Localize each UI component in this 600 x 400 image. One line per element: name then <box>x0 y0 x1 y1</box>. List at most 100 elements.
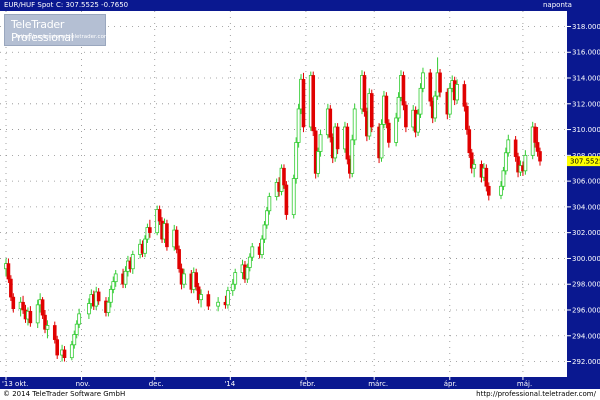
candle-body <box>467 129 472 154</box>
candle-body <box>123 270 128 285</box>
footer-url-link[interactable]: http://professional.teletrader.com/ <box>476 390 596 398</box>
candle-body <box>55 339 60 356</box>
candle-up <box>294 137 299 184</box>
y-tick-label: 314.0000 <box>572 75 600 83</box>
candle-body <box>506 139 511 154</box>
candle-body <box>233 272 238 285</box>
quote-label: C: 307.5525 -0.7650 <box>56 1 129 9</box>
y-tick-label: 294.0000 <box>572 332 600 340</box>
candle-down <box>345 123 350 165</box>
candle-body <box>72 334 77 346</box>
candle-body <box>52 325 57 340</box>
x-tick-label: febr. <box>300 380 316 388</box>
candle-body <box>484 167 489 187</box>
candle-body <box>21 301 25 311</box>
candle-body <box>396 96 401 119</box>
candle-body <box>28 310 33 324</box>
candle-body <box>352 108 357 141</box>
candle-body <box>143 238 147 254</box>
candle-up <box>350 134 355 178</box>
footer: © 2014 TeleTrader Software GmbH http://p… <box>0 389 600 400</box>
candle-body <box>421 72 425 89</box>
candle-body <box>177 249 181 270</box>
candle-body <box>9 278 13 298</box>
candle-body <box>328 108 333 138</box>
candle-down <box>301 72 306 133</box>
candle-body <box>311 75 316 132</box>
candle-body <box>533 126 537 143</box>
candle-body <box>45 325 50 330</box>
candle-up <box>316 147 321 178</box>
candle-body <box>428 72 433 102</box>
y-tick-label: 316.0000 <box>572 49 600 57</box>
candle-body <box>157 209 162 222</box>
candle-body <box>438 72 442 93</box>
candle-body <box>433 95 438 119</box>
y-tick-label: 292.0000 <box>572 358 600 366</box>
candle-down <box>311 71 316 137</box>
candle-body <box>404 104 408 128</box>
candle-body <box>503 152 508 172</box>
candle-body <box>291 178 296 216</box>
candle-body <box>96 291 101 302</box>
candle-body <box>40 299 45 316</box>
candle-body <box>265 210 269 226</box>
candle-body <box>62 349 67 358</box>
candle-body <box>284 184 289 215</box>
candle-body <box>245 267 250 280</box>
candle-body <box>165 223 169 248</box>
candle-body <box>465 106 469 130</box>
candle-body <box>523 154 528 172</box>
candle-body <box>74 323 79 335</box>
y-tick-label: 298.0000 <box>572 281 600 289</box>
candle-body <box>260 238 264 255</box>
candle-body <box>6 263 11 280</box>
candle-body <box>513 139 518 157</box>
candle-body <box>369 93 374 128</box>
y-tick-label: 304.0000 <box>572 203 600 211</box>
candle-body <box>455 84 459 101</box>
last-price-label: 307.5525 <box>570 158 600 166</box>
watermark-logo: TeleTrader Professional http://professio… <box>4 14 111 46</box>
y-tick-label: 318.0000 <box>572 23 600 31</box>
candle-body <box>462 84 467 107</box>
candle-down <box>328 105 333 143</box>
x-tick-label: '13 okt. <box>2 380 28 388</box>
candle-body <box>77 313 82 325</box>
candle-body <box>282 167 286 186</box>
candle-body <box>387 122 391 143</box>
candle-body <box>316 151 321 174</box>
candle-body <box>216 301 221 307</box>
candle-up <box>379 119 384 162</box>
candle-body <box>394 117 399 143</box>
candle-body <box>384 95 389 124</box>
candle-body <box>35 304 40 324</box>
candle-body <box>267 196 272 212</box>
candle-body <box>401 75 406 106</box>
plot-area <box>0 11 567 377</box>
x-tick-label: '14 <box>224 380 235 388</box>
candle-body <box>447 87 452 115</box>
x-tick-label: nov. <box>76 380 91 388</box>
candle-body <box>296 108 301 143</box>
candle-body <box>247 256 252 268</box>
candle-up <box>352 103 357 146</box>
candle-down <box>369 89 374 133</box>
candle-body <box>199 294 203 301</box>
candle-body <box>345 126 350 160</box>
candle-body <box>111 281 116 290</box>
candle-body <box>206 294 211 307</box>
candle-body <box>262 224 267 240</box>
candle-down <box>165 219 169 251</box>
candle-body <box>250 246 255 258</box>
candle-body <box>486 185 491 196</box>
candle-body <box>294 142 299 179</box>
candle-body <box>225 290 230 306</box>
candle-body <box>535 142 540 152</box>
x-tick-label: márc. <box>368 380 388 388</box>
candle-body <box>472 163 477 169</box>
candle-body <box>230 283 235 292</box>
candle-body <box>148 227 152 233</box>
candle-down <box>428 68 433 107</box>
y-tick-label: 296.0000 <box>572 306 600 314</box>
